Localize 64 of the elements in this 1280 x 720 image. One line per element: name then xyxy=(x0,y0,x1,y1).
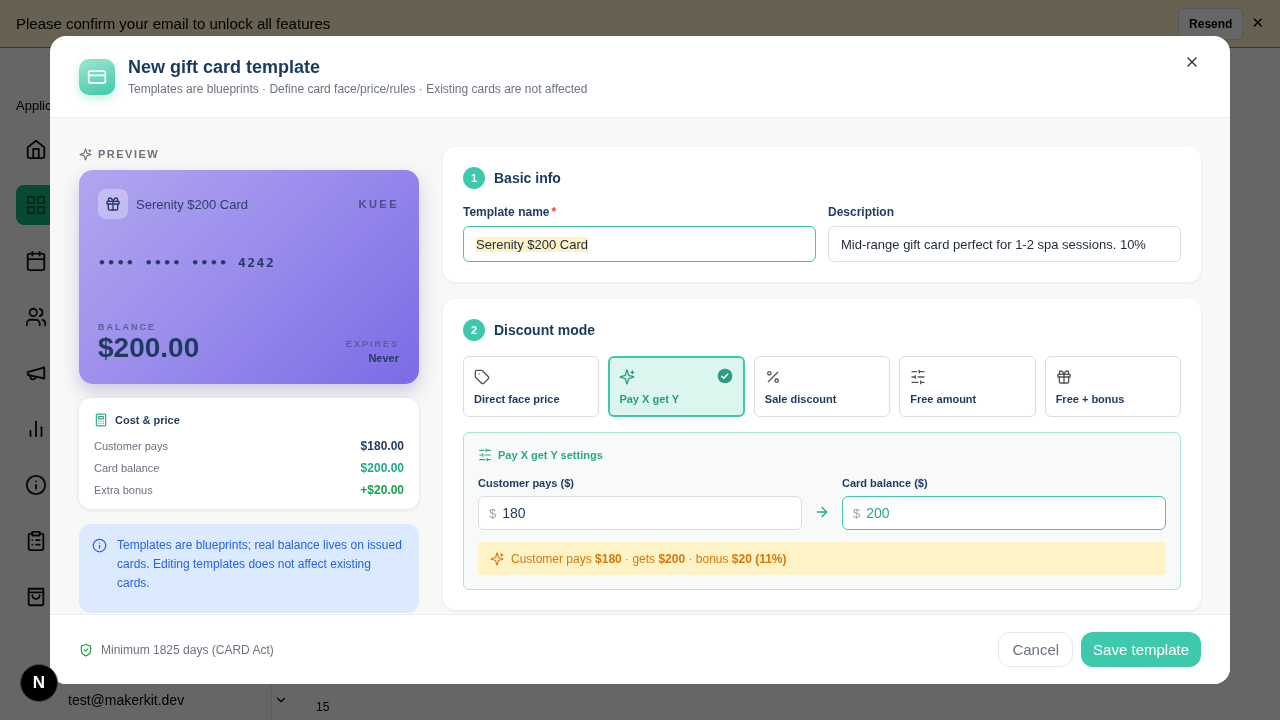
dialog-title: New gift card template xyxy=(128,57,322,78)
mode-option[interactable]: Sale discount xyxy=(753,356,891,417)
card-name: Serenity $200 Card xyxy=(136,196,249,212)
cost-value: $180.00 xyxy=(360,439,404,453)
expires-label: EXPIRES xyxy=(346,339,399,349)
section-title: Basic info xyxy=(494,170,561,186)
resend-button[interactable]: Resend xyxy=(1178,7,1244,40)
check-circle-icon xyxy=(716,368,733,384)
card-brand: KUEE xyxy=(358,198,399,210)
cost-label: Extra bonus xyxy=(94,484,153,496)
footer-note: Minimum 1825 days (CARD Act) xyxy=(101,642,274,657)
amount-field[interactable]: $ 180 xyxy=(478,496,802,530)
dialog-subtitle: Templates are blueprints · Define card face/price/rules · Existing cards are not affected xyxy=(128,82,589,96)
clipboard-icon xyxy=(25,530,47,552)
tag-icon xyxy=(474,368,490,385)
step-number: 2 xyxy=(463,319,485,341)
summary-text: Customer pays $180 · gets $200 · bonus $20 (11%) xyxy=(511,551,787,566)
percent-icon xyxy=(764,368,781,385)
section-title: Discount mode xyxy=(494,322,596,338)
info-icon xyxy=(92,538,107,553)
settings-title: Pay X get Y settings xyxy=(498,449,603,461)
cost-value: $200.00 xyxy=(360,461,404,475)
sparkles-icon xyxy=(79,147,92,161)
mode-option[interactable]: Free amount xyxy=(899,356,1036,417)
step-number: 1 xyxy=(463,167,485,189)
sparkles-icon xyxy=(619,368,636,385)
preview-label: PREVIEW xyxy=(98,148,160,160)
cancel-button[interactable]: Cancel xyxy=(998,632,1074,667)
mode-option[interactable]: Free + bonus xyxy=(1044,356,1182,417)
sliders-icon xyxy=(910,368,927,385)
card-number: •••• •••• •••• 4242 xyxy=(98,255,277,270)
mode-option[interactable]: Direct face price xyxy=(463,356,600,417)
text-field[interactable]: Serenity $200 Card xyxy=(463,226,816,262)
gift-icon xyxy=(105,196,121,212)
user-email: test@makerkit.dev xyxy=(68,692,185,708)
grid-icon xyxy=(25,194,47,216)
field-label: Template name xyxy=(463,205,550,219)
calculator-icon xyxy=(94,413,108,427)
text-field[interactable]: Mid-range gift card perfect for 1-2 spa sessions. 10% xyxy=(828,226,1181,262)
dev-badge[interactable]: N xyxy=(20,664,58,702)
axis-label: 15 xyxy=(316,700,331,714)
cost-value: +$20.00 xyxy=(360,483,404,497)
home-icon xyxy=(25,138,47,160)
info-text: Templates are blueprints; real balance lives on issued cards. Editing templates does not affect existing cards. xyxy=(117,537,403,592)
info-icon xyxy=(25,474,47,496)
cost-label: Customer pays xyxy=(94,440,168,452)
bag-icon xyxy=(25,586,47,608)
field-label: Customer pays ($) xyxy=(478,477,575,489)
sparkles-icon xyxy=(490,551,504,566)
cost-label: Card balance xyxy=(94,462,160,474)
users-icon xyxy=(25,306,47,328)
balance-label: BALANCE xyxy=(98,322,157,332)
shield-check-icon xyxy=(79,642,93,657)
calendar-icon xyxy=(25,250,47,272)
panel-title: Cost & price xyxy=(115,414,180,426)
sliders-icon xyxy=(478,448,492,462)
field-label: Description xyxy=(828,205,894,219)
card-balance: $200.00 xyxy=(98,332,200,364)
gift-icon xyxy=(1055,368,1072,385)
expiry-value: Never xyxy=(368,352,399,364)
required-mark: * xyxy=(551,205,557,219)
section-label: Applic xyxy=(16,98,53,113)
banner-message: Please confirm your email to unlock all features xyxy=(16,15,332,32)
field-label: Card balance ($) xyxy=(842,477,929,489)
